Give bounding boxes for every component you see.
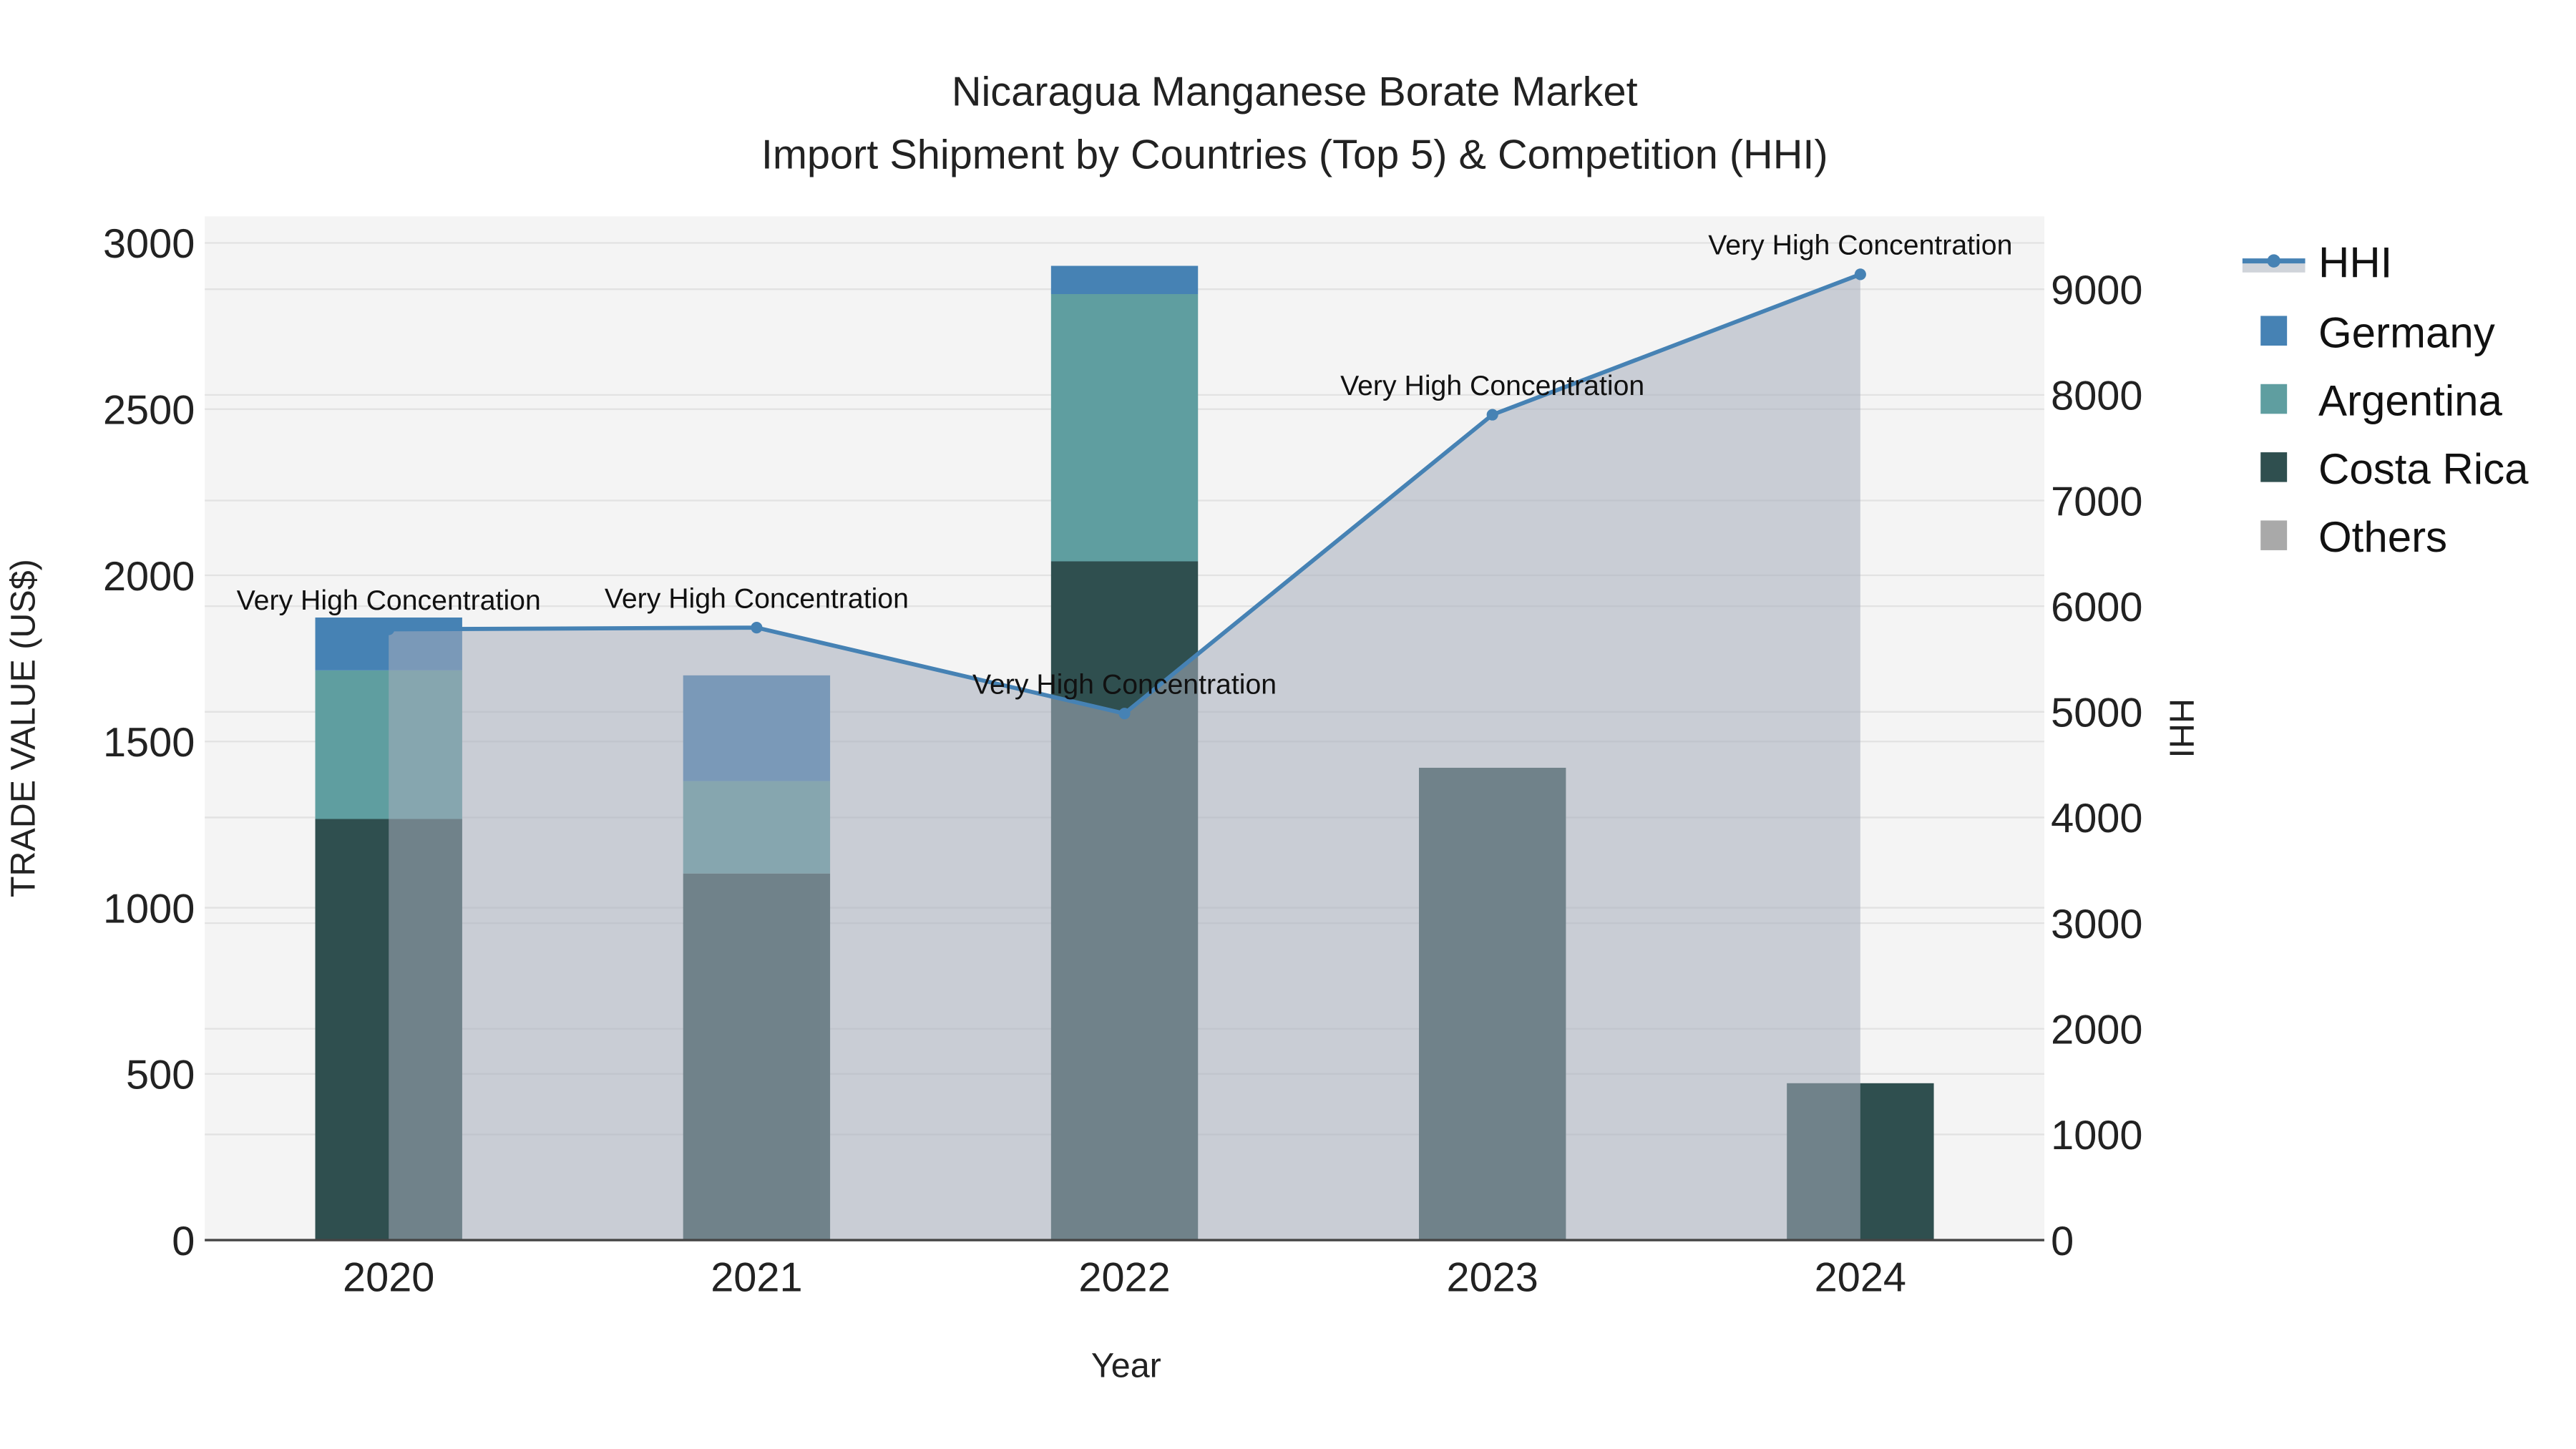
x-tick-label: 2022 xyxy=(1078,1255,1170,1301)
y-tick-label: 1000 xyxy=(103,886,195,932)
y-tick-label: 2500 xyxy=(103,388,195,434)
x-tick-label: 2024 xyxy=(1815,1255,1906,1301)
y2-tick-label: 7000 xyxy=(2051,479,2142,525)
legend-label: Argentina xyxy=(2318,377,2502,425)
y-tick-label: 2000 xyxy=(103,554,195,600)
y2-tick-label: 0 xyxy=(2051,1219,2074,1264)
legend: HHI Germany Argentina Costa Rica Others xyxy=(2242,239,2529,561)
y-tick-label: 3000 xyxy=(103,221,195,267)
hhi-point-2024 xyxy=(1854,268,1866,280)
legend-label: HHI xyxy=(2318,239,2392,287)
hhi-annotation: Very High Concentration xyxy=(1708,230,2012,261)
y2-tick-label: 8000 xyxy=(2051,374,2142,419)
y2-tick-label: 6000 xyxy=(2051,585,2142,630)
bar-germany-2022 xyxy=(1050,265,1199,295)
legend-label: Others xyxy=(2318,513,2447,561)
legend-label: Costa Rica xyxy=(2318,445,2529,493)
y-axis-title: TRADE VALUE (US$) xyxy=(4,559,42,897)
legend-swatch xyxy=(2260,520,2288,550)
hhi-legend-marker xyxy=(2267,254,2280,268)
legend-item-others[interactable]: Others xyxy=(2260,513,2447,561)
y2-tick-label: 2000 xyxy=(2051,1008,2142,1053)
y-tick-label: 0 xyxy=(172,1219,195,1264)
hhi-annotation: Very High Concentration xyxy=(972,668,1277,700)
y2-axis-title: HHI xyxy=(2162,698,2200,758)
bar-argentina-2022 xyxy=(1050,294,1199,562)
legend-item-argentina[interactable]: Argentina xyxy=(2260,377,2502,425)
hhi-annotation: Very High Concentration xyxy=(237,585,541,616)
x-tick-label: 2020 xyxy=(343,1255,434,1301)
y2-tick-label: 9000 xyxy=(2051,268,2142,313)
hhi-point-2020 xyxy=(383,623,395,635)
hhi-point-2023 xyxy=(1486,409,1498,421)
y-tick-label: 500 xyxy=(126,1053,195,1098)
legend-item-germany[interactable]: Germany xyxy=(2260,308,2495,356)
hhi-point-2021 xyxy=(751,622,763,634)
chart: Very High Concentration Very High Concent… xyxy=(4,69,2529,1385)
y-tick-label: 1500 xyxy=(103,720,195,766)
hhi-point-2022 xyxy=(1118,708,1131,720)
y2-tick-label: 1000 xyxy=(2051,1113,2142,1158)
chart-title-line2: Import Shipment by Countries (Top 5) & C… xyxy=(761,132,1828,177)
y2-tick-label: 3000 xyxy=(2051,902,2142,947)
legend-swatch xyxy=(2260,316,2288,346)
hhi-annotation: Very High Concentration xyxy=(1340,370,1644,401)
legend-label: Germany xyxy=(2318,308,2495,356)
chart-title-line1: Nicaragua Manganese Borate Market xyxy=(952,69,1638,115)
hhi-annotation: Very High Concentration xyxy=(605,582,909,614)
y2-tick-label: 5000 xyxy=(2051,691,2142,736)
y2-tick-label: 4000 xyxy=(2051,796,2142,841)
legend-item-hhi[interactable]: HHI xyxy=(2242,239,2392,287)
x-axis-title: Year xyxy=(1091,1347,1161,1385)
legend-item-costa-rica[interactable]: Costa Rica xyxy=(2260,445,2529,493)
legend-swatch xyxy=(2260,384,2288,414)
legend-swatch xyxy=(2260,452,2288,482)
x-tick-label: 2021 xyxy=(711,1255,802,1301)
x-tick-label: 2023 xyxy=(1447,1255,1538,1301)
